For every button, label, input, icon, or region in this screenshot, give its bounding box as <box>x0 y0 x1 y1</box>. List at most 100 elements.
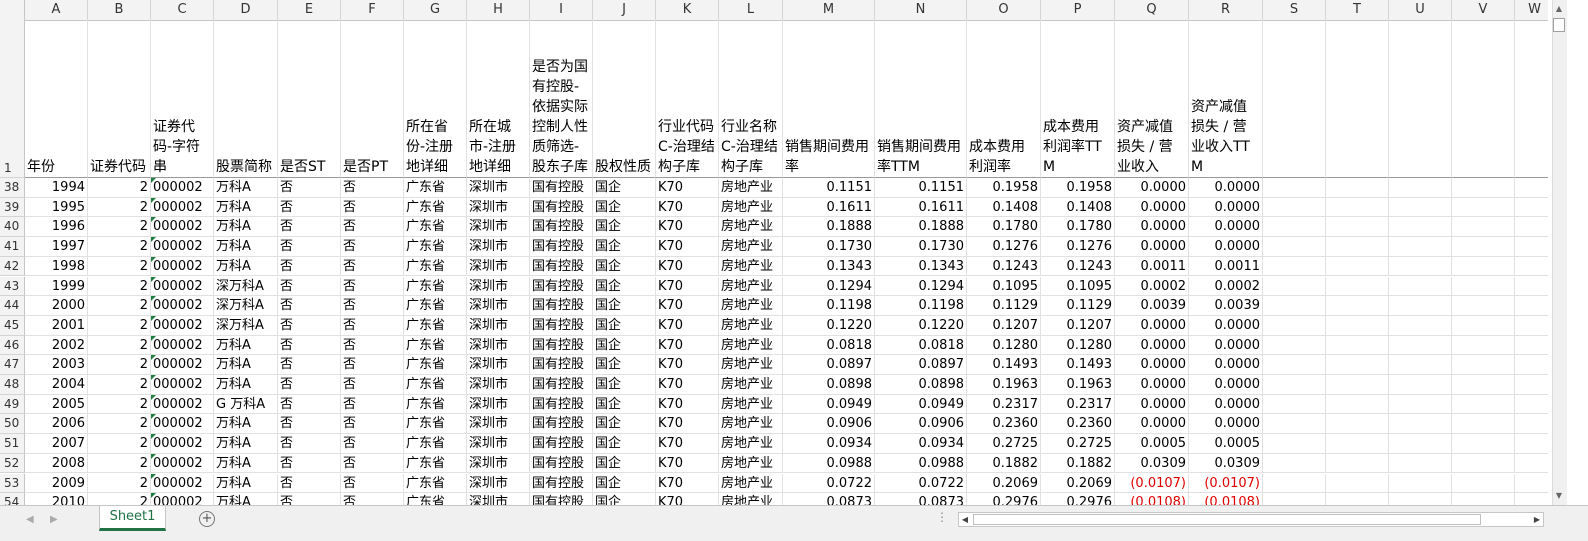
table-cell[interactable] <box>1389 256 1452 277</box>
table-cell[interactable]: 2007 <box>25 434 88 454</box>
table-cell[interactable]: K70 <box>656 493 719 505</box>
table-cell[interactable]: 000002 <box>151 197 214 218</box>
column-header-p[interactable]: P <box>1041 0 1115 20</box>
row-header-41[interactable]: 41 <box>0 237 25 257</box>
table-cell[interactable]: 万科A <box>214 355 278 375</box>
table-cell[interactable]: 国企 <box>593 355 656 375</box>
table-cell[interactable]: 深圳市 <box>467 453 530 474</box>
table-cell[interactable]: 万科A <box>214 414 278 435</box>
table-cell[interactable]: 房地产业 <box>719 335 783 356</box>
table-cell[interactable]: 否 <box>278 256 341 277</box>
table-cell[interactable]: 国有控股 <box>530 355 593 375</box>
table-cell[interactable]: 0.1963 <box>967 375 1041 395</box>
table-cell[interactable]: 广东省 <box>404 335 467 356</box>
table-cell[interactable] <box>1263 414 1326 435</box>
table-cell[interactable]: 0.1888 <box>875 217 967 238</box>
table-cell[interactable]: 房地产业 <box>719 237 783 257</box>
table-cell[interactable]: 0.2976 <box>1041 493 1115 505</box>
table-cell[interactable]: 0.0818 <box>875 335 967 356</box>
table-cell[interactable] <box>1263 493 1326 505</box>
table-cell[interactable] <box>1389 355 1452 375</box>
table-cell[interactable] <box>1263 375 1326 395</box>
table-cell[interactable]: 0.1343 <box>875 256 967 277</box>
table-cell[interactable]: 2 <box>88 197 151 218</box>
table-cell[interactable]: 2009 <box>25 473 88 494</box>
table-cell[interactable] <box>1263 178 1326 198</box>
table-cell[interactable] <box>1515 296 1548 316</box>
table-cell[interactable]: 国有控股 <box>530 473 593 494</box>
table-cell[interactable]: 000002 <box>151 473 214 494</box>
table-cell[interactable]: 0.1220 <box>783 315 875 336</box>
table-cell[interactable]: 广东省 <box>404 178 467 198</box>
table-cell[interactable]: 0.2976 <box>967 493 1041 505</box>
table-cell[interactable] <box>1389 197 1452 218</box>
table-cell[interactable]: 0.1207 <box>1041 315 1115 336</box>
table-cell[interactable] <box>1326 355 1389 375</box>
table-cell[interactable]: 否 <box>341 493 404 505</box>
table-cell[interactable]: 2001 <box>25 315 88 336</box>
table-cell[interactable]: 0.0000 <box>1189 375 1263 395</box>
table-cell[interactable]: 房地产业 <box>719 394 783 415</box>
header-cell-t[interactable] <box>1326 20 1389 178</box>
table-cell[interactable]: 2004 <box>25 375 88 395</box>
table-cell[interactable] <box>1263 256 1326 277</box>
header-cell-p[interactable]: 成本费用利润率TTM <box>1041 20 1115 178</box>
table-cell[interactable]: (0.0108) <box>1189 493 1263 505</box>
table-cell[interactable]: 000002 <box>151 394 214 415</box>
table-cell[interactable]: K70 <box>656 256 719 277</box>
table-cell[interactable]: 国有控股 <box>530 296 593 316</box>
table-cell[interactable]: 0.0005 <box>1189 434 1263 454</box>
select-all-corner[interactable] <box>0 0 25 20</box>
table-cell[interactable]: 0.0988 <box>783 453 875 474</box>
table-cell[interactable]: 000002 <box>151 276 214 297</box>
table-cell[interactable] <box>1452 473 1515 494</box>
scroll-right-arrow-icon[interactable]: ▶ <box>1531 513 1543 526</box>
header-cell-s[interactable] <box>1263 20 1326 178</box>
row-header-53[interactable]: 53 <box>0 473 25 494</box>
header-cell-h[interactable]: 所在城市-注册地详细 <box>467 20 530 178</box>
table-cell[interactable]: 广东省 <box>404 375 467 395</box>
table-cell[interactable]: 2 <box>88 355 151 375</box>
table-cell[interactable]: 0.0005 <box>1115 434 1189 454</box>
table-cell[interactable]: 0.0722 <box>783 473 875 494</box>
table-cell[interactable]: 国有控股 <box>530 276 593 297</box>
table-cell[interactable]: 0.1611 <box>783 197 875 218</box>
table-cell[interactable]: 国企 <box>593 375 656 395</box>
table-cell[interactable]: 0.1207 <box>967 315 1041 336</box>
table-cell[interactable]: 0.0897 <box>783 355 875 375</box>
table-cell[interactable]: 国企 <box>593 197 656 218</box>
table-cell[interactable]: 0.1151 <box>875 178 967 198</box>
header-cell-a[interactable]: 年份 <box>25 20 88 178</box>
table-cell[interactable] <box>1326 315 1389 336</box>
table-cell[interactable]: 广东省 <box>404 453 467 474</box>
column-header-t[interactable]: T <box>1326 0 1389 20</box>
table-cell[interactable] <box>1326 276 1389 297</box>
table-cell[interactable]: 国有控股 <box>530 434 593 454</box>
table-cell[interactable] <box>1263 355 1326 375</box>
table-cell[interactable] <box>1452 434 1515 454</box>
column-header-v[interactable]: V <box>1452 0 1515 20</box>
table-cell[interactable] <box>1389 237 1452 257</box>
table-cell[interactable]: 0.1780 <box>967 217 1041 238</box>
table-cell[interactable]: 房地产业 <box>719 256 783 277</box>
table-cell[interactable]: 0.0818 <box>783 335 875 356</box>
table-cell[interactable]: 否 <box>278 453 341 474</box>
table-cell[interactable]: 深圳市 <box>467 217 530 238</box>
column-header-e[interactable]: E <box>278 0 341 20</box>
table-cell[interactable]: 否 <box>341 178 404 198</box>
table-cell[interactable]: 2 <box>88 453 151 474</box>
table-cell[interactable]: K70 <box>656 394 719 415</box>
header-cell-o[interactable]: 成本费用利润率 <box>967 20 1041 178</box>
table-cell[interactable] <box>1389 473 1452 494</box>
table-cell[interactable]: 1998 <box>25 256 88 277</box>
table-cell[interactable] <box>1515 493 1548 505</box>
table-cell[interactable]: 0.1343 <box>783 256 875 277</box>
table-cell[interactable]: 2 <box>88 375 151 395</box>
table-cell[interactable]: 万科A <box>214 493 278 505</box>
table-cell[interactable] <box>1515 414 1548 435</box>
row-header-46[interactable]: 46 <box>0 335 25 356</box>
column-header-q[interactable]: Q <box>1115 0 1189 20</box>
table-cell[interactable]: 否 <box>278 394 341 415</box>
add-sheet-icon[interactable]: + <box>199 511 215 527</box>
column-header-w[interactable]: W <box>1515 0 1548 20</box>
